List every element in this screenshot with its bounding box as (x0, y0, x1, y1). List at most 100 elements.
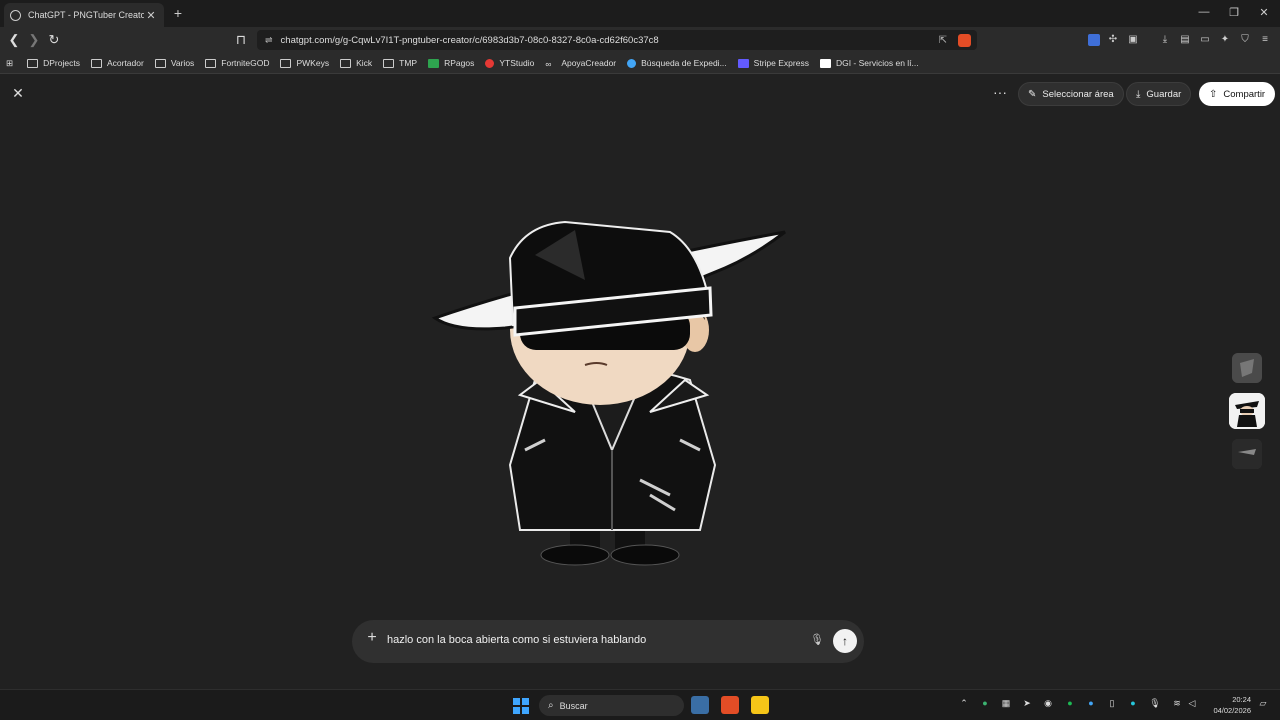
save-button[interactable]: ⤓ Guardar (1126, 82, 1192, 106)
new-tab-button[interactable]: + (170, 5, 186, 21)
taskbar-app-icon[interactable] (691, 696, 709, 714)
discord-icon[interactable]: ◉ (1041, 698, 1055, 709)
youtube-icon (485, 58, 495, 68)
wifi-icon[interactable]: ≋ (1170, 698, 1184, 709)
bookmark-item[interactable]: YTStudio (485, 58, 534, 68)
send-button[interactable]: ↑ (833, 629, 857, 653)
globe-icon (627, 58, 637, 68)
reader-icon[interactable]: ▣ (1127, 34, 1139, 46)
prompt-input[interactable]: hazlo con la boca abierta como si estuvi… (387, 634, 646, 646)
folder-icon (280, 58, 292, 68)
generated-image[interactable] (425, 150, 795, 580)
vpn-icon[interactable]: ⛉ (1239, 34, 1251, 46)
restore-icon[interactable]: ❐ (1224, 6, 1244, 19)
add-attachment-icon[interactable]: + (364, 629, 380, 647)
tab-chatgpt[interactable]: ChatGPT - PNGTuber Creator ✕ (4, 3, 164, 27)
notification-icon[interactable]: ▱ (1256, 698, 1270, 709)
bookmark-item[interactable]: DGI - Servicios en lí... (819, 58, 919, 68)
site-info-icon[interactable]: ⇌ (265, 35, 273, 46)
save-label: Guardar (1146, 88, 1182, 100)
bookmark-item[interactable]: RPagos (428, 58, 474, 68)
bookmark-label: DGI - Servicios en lí... (835, 58, 919, 68)
rpagos-icon (428, 58, 440, 68)
bookmark-icon[interactable]: ⊓ (233, 32, 249, 48)
address-bar[interactable]: ⇌ chatgpt.com/g/g-CqwLv7I1T-pngtuber-cre… (257, 30, 977, 50)
microphone-icon[interactable]: 🎙 (810, 633, 824, 646)
clock-time: 20:24 (1232, 695, 1251, 704)
chevron-up-icon[interactable]: ⌃ (957, 698, 971, 709)
more-options-icon[interactable]: ··· (993, 84, 1007, 100)
bookmark-item[interactable]: Acortador (90, 58, 144, 68)
extensions-puzzle-icon[interactable]: ✣ (1107, 34, 1119, 46)
bookmark-item[interactable]: DProjects (27, 58, 80, 68)
bookmark-label: Acortador (106, 58, 144, 68)
thumbnail-preview (1232, 439, 1262, 469)
bookmark-item[interactable]: Kick (340, 58, 372, 68)
bookmark-item[interactable]: ∞ ApoyaCreador (545, 58, 616, 69)
wallet-icon[interactable]: ▭ (1199, 34, 1211, 46)
link-icon: ∞ (545, 58, 552, 69)
microphone-icon[interactable]: 🎙 (1148, 698, 1162, 709)
bookmark-item[interactable]: Stripe Express (737, 58, 809, 68)
back-icon[interactable]: ❮ (6, 32, 22, 48)
bookmarks-bar: ⊞ DProjects Acortador Varios FortniteGOD… (0, 53, 1280, 74)
minimize-icon[interactable]: — (1194, 6, 1214, 18)
download-icon[interactable]: ⤓ (1159, 34, 1171, 46)
bookmark-label: Búsqueda de Expedi... (641, 58, 727, 68)
image-viewer: ✕ ··· ✎ Seleccionar área ⤓ Guardar ⇧ Compar… (0, 75, 1280, 689)
thumbnail-image[interactable] (1232, 439, 1262, 469)
close-tab-icon[interactable]: ✕ (144, 9, 158, 22)
search-icon: ⌕ (548, 700, 554, 711)
bookmark-label: PWKeys (296, 58, 330, 68)
reload-icon[interactable]: ↻ (46, 32, 62, 48)
taskbar-search[interactable]: ⌕ Buscar (539, 695, 684, 716)
tray-app-icon[interactable]: ▯ (1105, 698, 1119, 709)
bookmark-item[interactable]: FortniteGOD (205, 58, 269, 68)
close-viewer-icon[interactable]: ✕ (11, 85, 25, 102)
stripe-icon (737, 58, 749, 68)
file-explorer-icon[interactable] (751, 696, 769, 714)
share-page-icon[interactable]: ⇱ (939, 35, 947, 46)
tab-title: ChatGPT - PNGTuber Creator (28, 10, 144, 20)
bookmark-item[interactable]: Varios (154, 58, 194, 68)
folder-icon (340, 58, 352, 68)
bookmark-item[interactable]: TMP (383, 58, 417, 68)
sidebar-icon[interactable]: ▤ (1179, 34, 1191, 46)
bookmark-label: TMP (399, 58, 418, 68)
tray-app-icon[interactable]: ▦ (999, 698, 1013, 709)
spotify-icon[interactable]: ● (1063, 698, 1077, 708)
share-button[interactable]: ⇧ Compartir (1199, 82, 1276, 106)
tray-app-icon[interactable]: ● (1126, 698, 1140, 708)
window-close-icon[interactable]: ✕ (1254, 6, 1274, 19)
select-area-button[interactable]: ✎ Seleccionar área (1018, 82, 1124, 106)
brave-browser-icon[interactable] (721, 696, 739, 714)
image-thumbnails (1229, 353, 1265, 479)
bookmark-label: Stripe Express (753, 58, 809, 68)
bookmark-item[interactable]: Búsqueda de Expedi... (627, 58, 727, 68)
clock-date: 04/02/2026 (1213, 706, 1251, 715)
bookmark-item[interactable]: PWKeys (280, 58, 329, 68)
thumbnail-preview (1229, 393, 1265, 429)
menu-icon[interactable]: ≡ (1259, 34, 1271, 46)
brave-shields-icon[interactable] (958, 33, 971, 47)
thumbnail-image[interactable] (1232, 353, 1262, 383)
apps-grid-icon[interactable]: ⊞ (6, 58, 13, 69)
system-clock[interactable]: 20:24 04/02/2026 (1205, 694, 1251, 716)
navigation-bar: ❮ ❯ ↻ ⊓ ⇌ chatgpt.com/g/g-CqwLv7I1T-pngt… (0, 27, 1280, 53)
telegram-icon[interactable]: ➤ (1020, 698, 1034, 709)
tray-app-icon[interactable]: ● (978, 698, 992, 708)
folder-icon (90, 58, 102, 68)
bookmark-label: DProjects (43, 58, 80, 68)
select-area-label: Seleccionar área (1042, 88, 1114, 100)
windows-start-icon[interactable] (513, 698, 529, 714)
url-text: chatgpt.com/g/g-CqwLv7I1T-pngtuber-creat… (280, 34, 659, 46)
forward-icon[interactable]: ❯ (26, 32, 42, 48)
thumbnail-image-selected[interactable] (1229, 393, 1265, 429)
tray-app-icon[interactable]: ● (1084, 698, 1098, 708)
bookmark-label: FortniteGOD (221, 58, 270, 68)
volume-icon[interactable]: ◁ (1185, 698, 1199, 709)
windows-taskbar: ⌕ Buscar ⌃ ● ▦ ➤ ◉ ● ● ▯ ● 🎙 ≋ ◁ 20:24 0… (0, 689, 1280, 720)
prompt-composer: + hazlo con la boca abierta como si estu… (352, 620, 864, 663)
extension-icon[interactable] (1088, 34, 1100, 46)
leo-ai-icon[interactable]: ✦ (1219, 34, 1231, 46)
